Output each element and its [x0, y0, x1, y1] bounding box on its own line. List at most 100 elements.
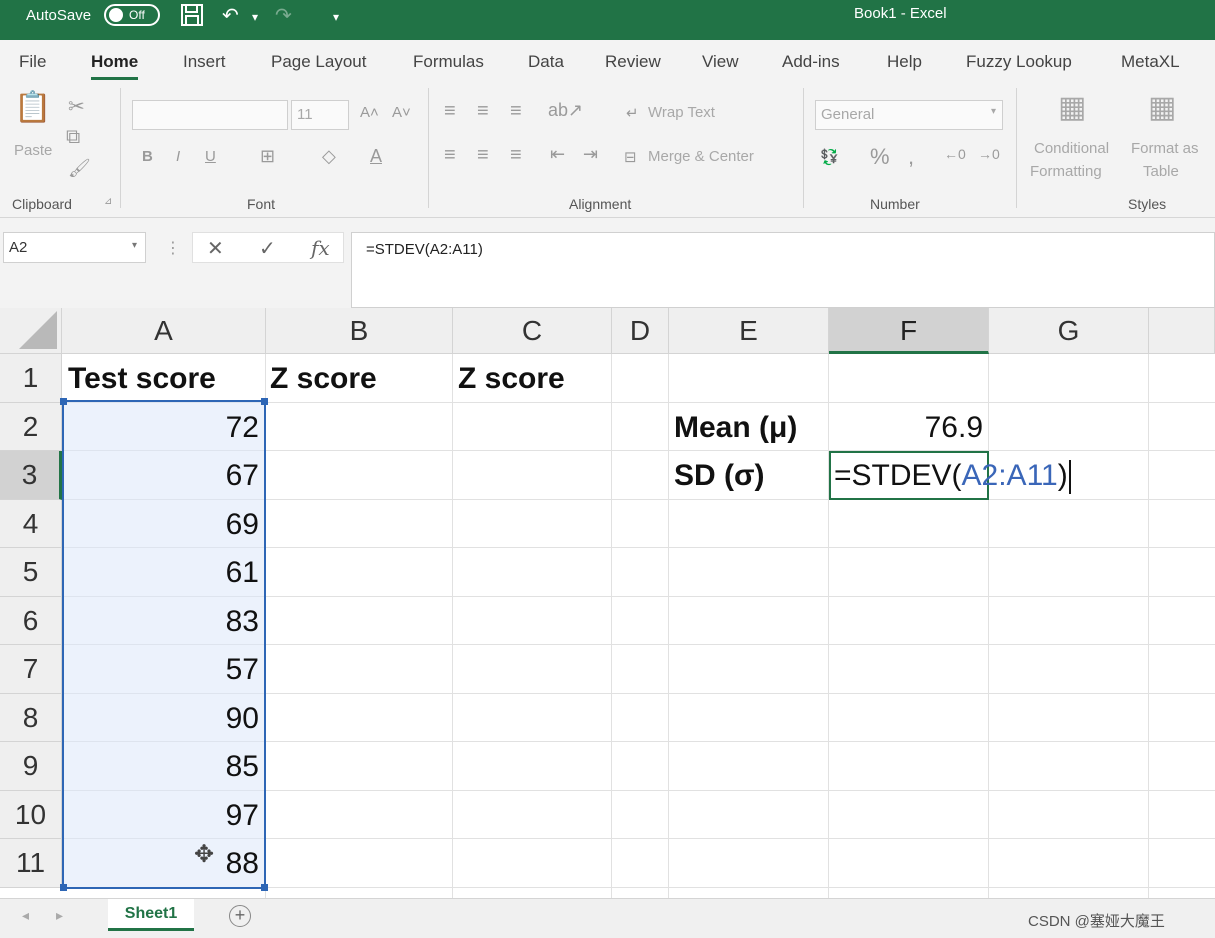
cell-a7[interactable]: 57	[66, 646, 259, 694]
column-header-e[interactable]: E	[669, 308, 829, 354]
add-sheet-icon[interactable]: +	[229, 905, 251, 927]
grow-font-icon[interactable]: A˄	[360, 104, 379, 121]
format-as-table-icon[interactable]: ▦	[1148, 90, 1176, 125]
column-header-h[interactable]	[1149, 308, 1215, 354]
insert-function-icon[interactable]: fx	[311, 236, 330, 260]
italic-button[interactable]: I	[176, 148, 180, 165]
row-header-5[interactable]: 5	[0, 548, 62, 597]
format-as-table-label-1[interactable]: Format as	[1131, 140, 1199, 157]
tab-formulas[interactable]: Formulas	[413, 52, 484, 72]
tab-page-layout[interactable]: Page Layout	[271, 52, 366, 72]
wrap-text-icon[interactable]: ↵	[626, 104, 639, 122]
range-handle[interactable]	[261, 398, 268, 405]
format-painter-icon[interactable]: 🖌	[68, 158, 91, 179]
orientation-icon[interactable]: ab↗	[548, 100, 583, 121]
cell-c1[interactable]: Z score	[458, 355, 565, 403]
undo-icon[interactable]: ↶	[222, 3, 239, 28]
cell-e3[interactable]: SD (σ)	[674, 452, 765, 500]
percent-button[interactable]: %	[870, 144, 890, 170]
fill-color-icon[interactable]: ◇	[322, 146, 336, 167]
cell-f3-formula[interactable]: =STDEV(A2:A11)	[834, 452, 1071, 500]
row-header-1[interactable]: 1	[0, 354, 62, 403]
cell-a4[interactable]: 69	[66, 501, 259, 549]
cell-a9[interactable]: 85	[66, 743, 259, 791]
row-header-3[interactable]: 3	[0, 451, 62, 500]
align-left-icon[interactable]: ≡	[444, 144, 456, 167]
tab-review[interactable]: Review	[605, 52, 661, 72]
conditional-formatting-label-1[interactable]: Conditional	[1034, 140, 1109, 157]
column-header-d[interactable]: D	[612, 308, 669, 354]
conditional-formatting-icon[interactable]: ▦	[1058, 90, 1086, 125]
comma-style-icon[interactable]: ,	[908, 144, 914, 170]
name-box[interactable]: A2 ▾	[3, 232, 146, 263]
decrease-indent-icon[interactable]: ⇤	[550, 144, 565, 165]
range-handle[interactable]	[261, 884, 268, 891]
row-header-11[interactable]: 11	[0, 839, 62, 888]
scroll-left-icon[interactable]: ◂	[22, 907, 29, 924]
increase-indent-icon[interactable]: ⇥	[583, 144, 598, 165]
chevron-down-icon[interactable]: ▾	[132, 240, 137, 251]
merge-center-icon[interactable]: ⊟	[624, 148, 637, 166]
row-header-6[interactable]: 6	[0, 596, 62, 645]
align-bottom-icon[interactable]: ≡	[510, 100, 522, 123]
cell-f2[interactable]: 76.9	[829, 404, 983, 452]
shrink-font-icon[interactable]: A˅	[392, 104, 411, 121]
row-header-4[interactable]: 4	[0, 499, 62, 548]
column-header-a[interactable]: A	[62, 308, 266, 354]
customize-toolbar-icon[interactable]: ▾	[333, 10, 339, 24]
tab-data[interactable]: Data	[528, 52, 564, 72]
paste-label[interactable]: Paste	[14, 142, 52, 159]
align-top-icon[interactable]: ≡	[444, 100, 456, 123]
borders-icon[interactable]: ⊞	[260, 146, 275, 167]
autosave-toggle[interactable]: Off	[104, 4, 160, 26]
worksheet-grid[interactable]: A B C D E F G 1 2 3 4 5 6 7 8 9 10 11 Te…	[0, 308, 1215, 898]
cut-icon[interactable]: ✂	[68, 94, 85, 119]
tab-file[interactable]: File	[19, 52, 46, 72]
cell-a8[interactable]: 90	[66, 695, 259, 743]
wrap-text-button[interactable]: Wrap Text	[648, 104, 715, 121]
paste-icon[interactable]: 📋	[14, 90, 51, 125]
tab-help[interactable]: Help	[887, 52, 922, 72]
conditional-formatting-label-2[interactable]: Formatting	[1030, 163, 1102, 180]
tab-metaxl[interactable]: MetaXL	[1121, 52, 1180, 72]
column-header-c[interactable]: C	[453, 308, 612, 354]
cell-a2[interactable]: 72	[66, 404, 259, 452]
column-header-b[interactable]: B	[266, 308, 453, 354]
merge-center-button[interactable]: Merge & Center	[648, 148, 754, 165]
cell-a1[interactable]: Test score	[68, 355, 216, 403]
tab-insert[interactable]: Insert	[183, 52, 226, 72]
cell-a6[interactable]: 83	[66, 598, 259, 646]
underline-button[interactable]: U	[205, 148, 216, 165]
align-right-icon[interactable]: ≡	[510, 144, 522, 167]
cell-a5[interactable]: 61	[66, 549, 259, 597]
font-color-icon[interactable]: A	[370, 146, 382, 167]
row-header-9[interactable]: 9	[0, 742, 62, 791]
scroll-right-icon[interactable]: ▸	[56, 907, 63, 924]
clipboard-launcher-icon[interactable]: ⊿	[104, 196, 112, 207]
redo-icon[interactable]: ↷	[275, 3, 292, 28]
tab-home[interactable]: Home	[91, 52, 139, 80]
align-middle-icon[interactable]: ≡	[477, 100, 489, 123]
cell-e2[interactable]: Mean (μ)	[674, 404, 797, 452]
column-header-g[interactable]: G	[989, 308, 1149, 354]
row-header-2[interactable]: 2	[0, 402, 62, 451]
number-format-select[interactable]: General ▾	[815, 100, 1003, 130]
enter-icon[interactable]: ✓	[259, 236, 276, 261]
row-header-8[interactable]: 8	[0, 693, 62, 742]
sheet-tab-sheet1[interactable]: Sheet1	[108, 899, 194, 931]
undo-dropdown-icon[interactable]: ▾	[252, 10, 258, 24]
format-as-table-label-2[interactable]: Table	[1143, 163, 1179, 180]
cancel-icon[interactable]: ✕	[207, 236, 224, 261]
font-size-select[interactable]: 11	[291, 100, 349, 130]
row-header-7[interactable]: 7	[0, 645, 62, 694]
select-all-button[interactable]	[0, 308, 62, 354]
bold-button[interactable]: B	[142, 148, 153, 165]
copy-icon[interactable]: ⧉	[66, 126, 80, 149]
cell-b1[interactable]: Z score	[270, 355, 377, 403]
align-center-icon[interactable]: ≡	[477, 144, 489, 167]
column-header-f[interactable]: F	[829, 308, 989, 354]
save-icon[interactable]	[180, 3, 204, 33]
cell-a3[interactable]: 67	[66, 452, 259, 500]
font-name-select[interactable]	[132, 100, 288, 130]
currency-icon[interactable]: 💱	[820, 148, 839, 166]
